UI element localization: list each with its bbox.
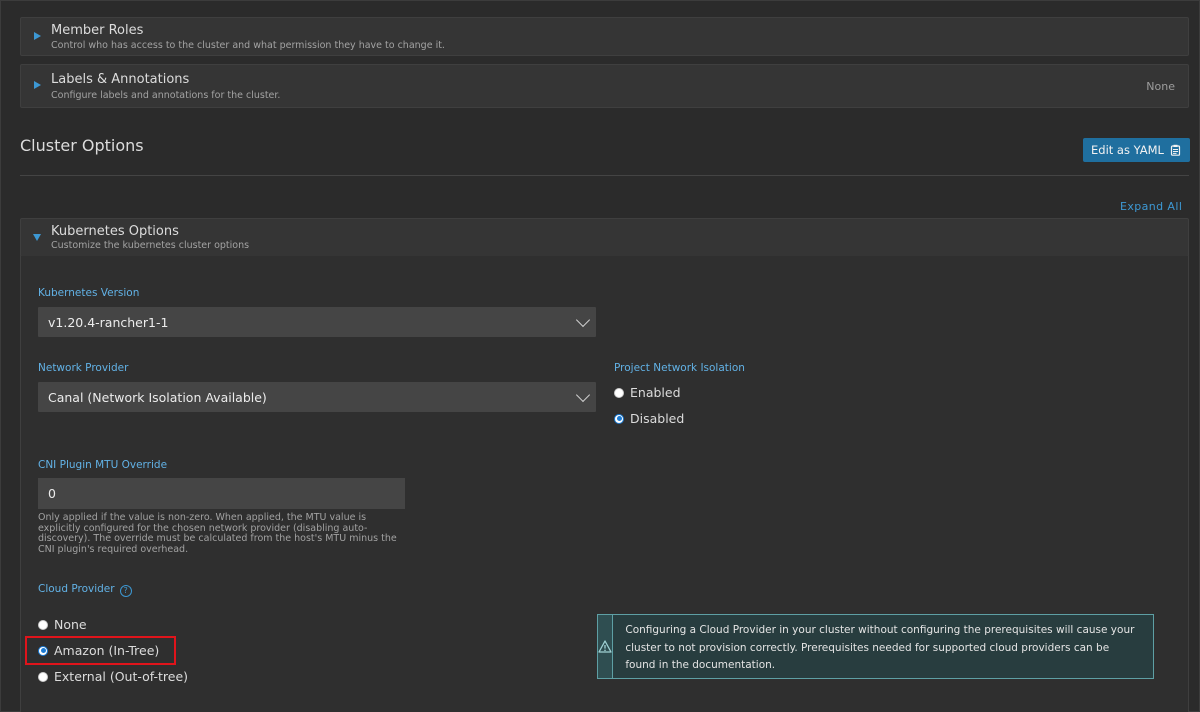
cloud-provider-amazon-option[interactable]: Amazon (In-Tree) <box>38 643 159 658</box>
kubernetes-options-panel[interactable]: Kubernetes Options Customize the kuberne… <box>20 218 1189 257</box>
help-question-icon[interactable]: ? <box>119 584 132 597</box>
network-provider-value: Canal (Network Isolation Available) <box>48 389 267 405</box>
collapse-triangle-icon[interactable] <box>33 234 41 241</box>
cluster-options-title: Cluster Options <box>20 136 144 155</box>
option-label: None <box>54 617 87 632</box>
chevron-down-icon <box>575 387 591 403</box>
kubernetes-options-subtitle: Customize the kubernetes cluster options <box>51 240 250 251</box>
cni-mtu-help-text: Only applied if the value is non-zero. W… <box>38 512 397 555</box>
cni-mtu-label: CNI Plugin MTU Override <box>38 459 168 471</box>
radio-unchecked-icon[interactable] <box>614 387 624 398</box>
cloud-provider-external-option[interactable]: External (Out-of-tree) <box>38 669 188 684</box>
member-roles-subtitle: Control who has access to the cluster an… <box>51 40 445 51</box>
kubernetes-options-title: Kubernetes Options <box>51 224 179 239</box>
cloud-provider-none-option[interactable]: None <box>38 617 87 632</box>
cloud-provider-label-row: Cloud Provider? <box>38 583 132 597</box>
cni-mtu-input[interactable]: 0 <box>38 478 405 509</box>
chevron-down-icon <box>575 312 591 328</box>
option-label: Disabled <box>630 411 685 426</box>
radio-checked-icon[interactable] <box>614 413 624 424</box>
radio-checked-icon[interactable] <box>38 645 48 656</box>
expand-triangle-icon[interactable] <box>34 81 41 89</box>
labels-annotations-subtitle: Configure labels and annotations for the… <box>51 90 281 101</box>
radio-unchecked-icon[interactable] <box>38 619 48 630</box>
clipboard-icon <box>1170 144 1181 156</box>
banner-message: Configuring a Cloud Provider in your clu… <box>625 624 1135 671</box>
section-divider <box>20 175 1189 176</box>
network-isolation-label: Project Network Isolation <box>614 362 745 374</box>
k8s-version-value: v1.20.4-rancher1-1 <box>48 314 169 330</box>
k8s-version-select[interactable]: v1.20.4-rancher1-1 <box>38 307 596 337</box>
option-label: External (Out-of-tree) <box>54 669 189 684</box>
edit-as-yaml-button[interactable]: Edit as YAML <box>1083 138 1190 162</box>
member-roles-title: Member Roles <box>51 23 144 38</box>
k8s-version-label: Kubernetes Version <box>38 287 140 299</box>
network-provider-label: Network Provider <box>38 362 129 374</box>
radio-unchecked-icon[interactable] <box>38 671 48 682</box>
banner-icon-cell <box>598 615 614 678</box>
option-label: Enabled <box>630 385 681 400</box>
labels-annotations-title: Labels & Annotations <box>51 72 190 87</box>
option-label: Amazon (In-Tree) <box>54 643 160 658</box>
network-provider-select[interactable]: Canal (Network Isolation Available) <box>38 382 596 412</box>
expand-all-link[interactable]: Expand All <box>1120 200 1182 213</box>
cni-mtu-value: 0 <box>48 486 56 501</box>
expand-triangle-icon[interactable] <box>34 32 41 40</box>
network-isolation-enabled-option[interactable]: Enabled <box>614 385 681 400</box>
member-roles-panel[interactable]: Member Roles Control who has access to t… <box>20 17 1189 56</box>
edit-as-yaml-label: Edit as YAML <box>1091 143 1164 157</box>
network-isolation-disabled-option[interactable]: Disabled <box>614 411 684 426</box>
labels-annotations-value: None <box>1146 80 1175 93</box>
cloud-provider-label: Cloud Provider <box>38 583 115 595</box>
warning-triangle-icon <box>598 640 612 653</box>
cloud-provider-warning-banner: Configuring a Cloud Provider in your clu… <box>597 614 1154 679</box>
labels-annotations-panel[interactable]: Labels & Annotations Configure labels an… <box>20 64 1189 108</box>
